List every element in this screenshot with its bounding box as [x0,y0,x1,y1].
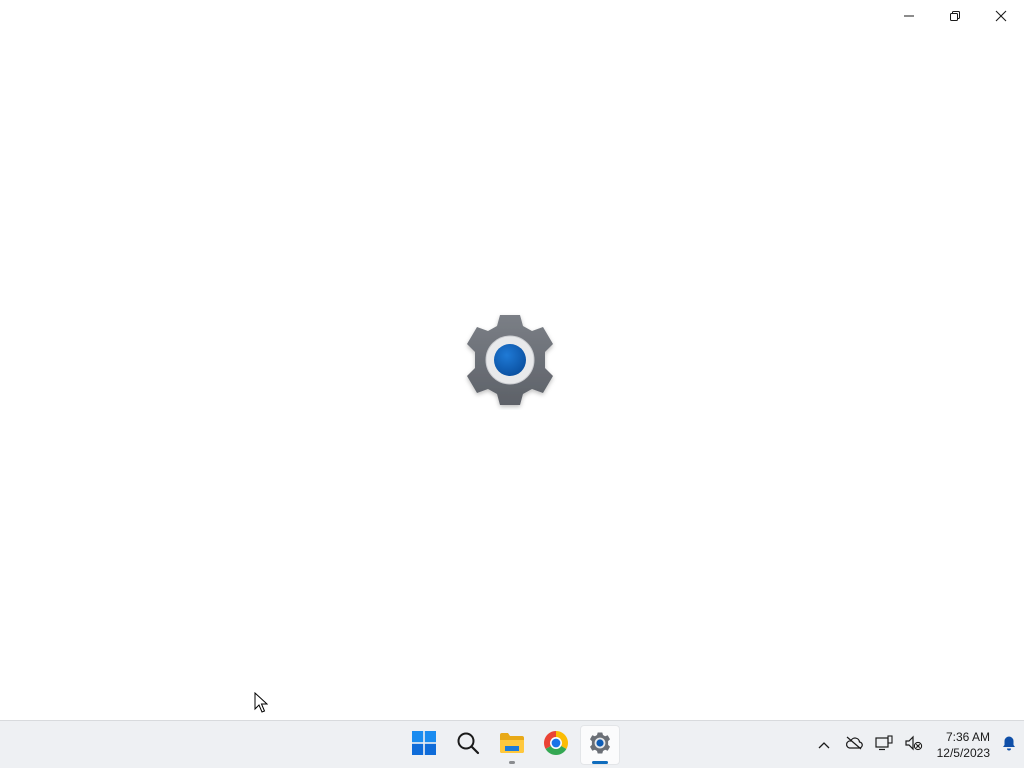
taskbar: 7:36 AM 12/5/2023 [0,720,1024,768]
cloud-offline-icon [845,736,863,755]
running-indicator [509,761,515,764]
close-icon [995,10,1007,22]
settings-app-button[interactable] [580,725,620,765]
chrome-icon [543,730,569,761]
folder-icon [499,732,525,759]
clock-date: 12/5/2023 [936,746,990,760]
minimize-icon [903,10,915,22]
restore-button[interactable] [932,0,978,32]
close-button[interactable] [978,0,1024,32]
active-indicator [592,761,608,764]
onedrive-tray-button[interactable] [839,725,869,765]
show-hidden-icons-button[interactable] [809,725,839,765]
settings-gear-icon [458,310,562,410]
network-tray-button[interactable] [869,725,899,765]
volume-tray-button[interactable] [899,725,929,765]
speaker-muted-icon [905,735,923,756]
settings-gear-icon [588,731,612,760]
windows-logo-icon [412,730,436,760]
notifications-button[interactable] [994,725,1024,765]
file-explorer-button[interactable] [492,725,532,765]
minimize-button[interactable] [886,0,932,32]
bell-icon [1001,735,1017,756]
chevron-up-icon [818,736,830,754]
restore-icon [949,10,961,22]
search-icon [456,731,480,760]
taskbar-apps [402,721,622,769]
clock-time: 7:36 AM [945,730,990,744]
search-button[interactable] [448,725,488,765]
system-tray: 7:36 AM 12/5/2023 [809,721,1024,769]
display-network-icon [875,734,893,756]
mouse-cursor-icon [254,691,269,714]
start-button[interactable] [404,725,444,765]
window-caption-buttons [886,0,1024,32]
taskbar-clock[interactable]: 7:36 AM 12/5/2023 [929,725,994,765]
chrome-button[interactable] [536,725,576,765]
settings-window [0,0,1024,720]
